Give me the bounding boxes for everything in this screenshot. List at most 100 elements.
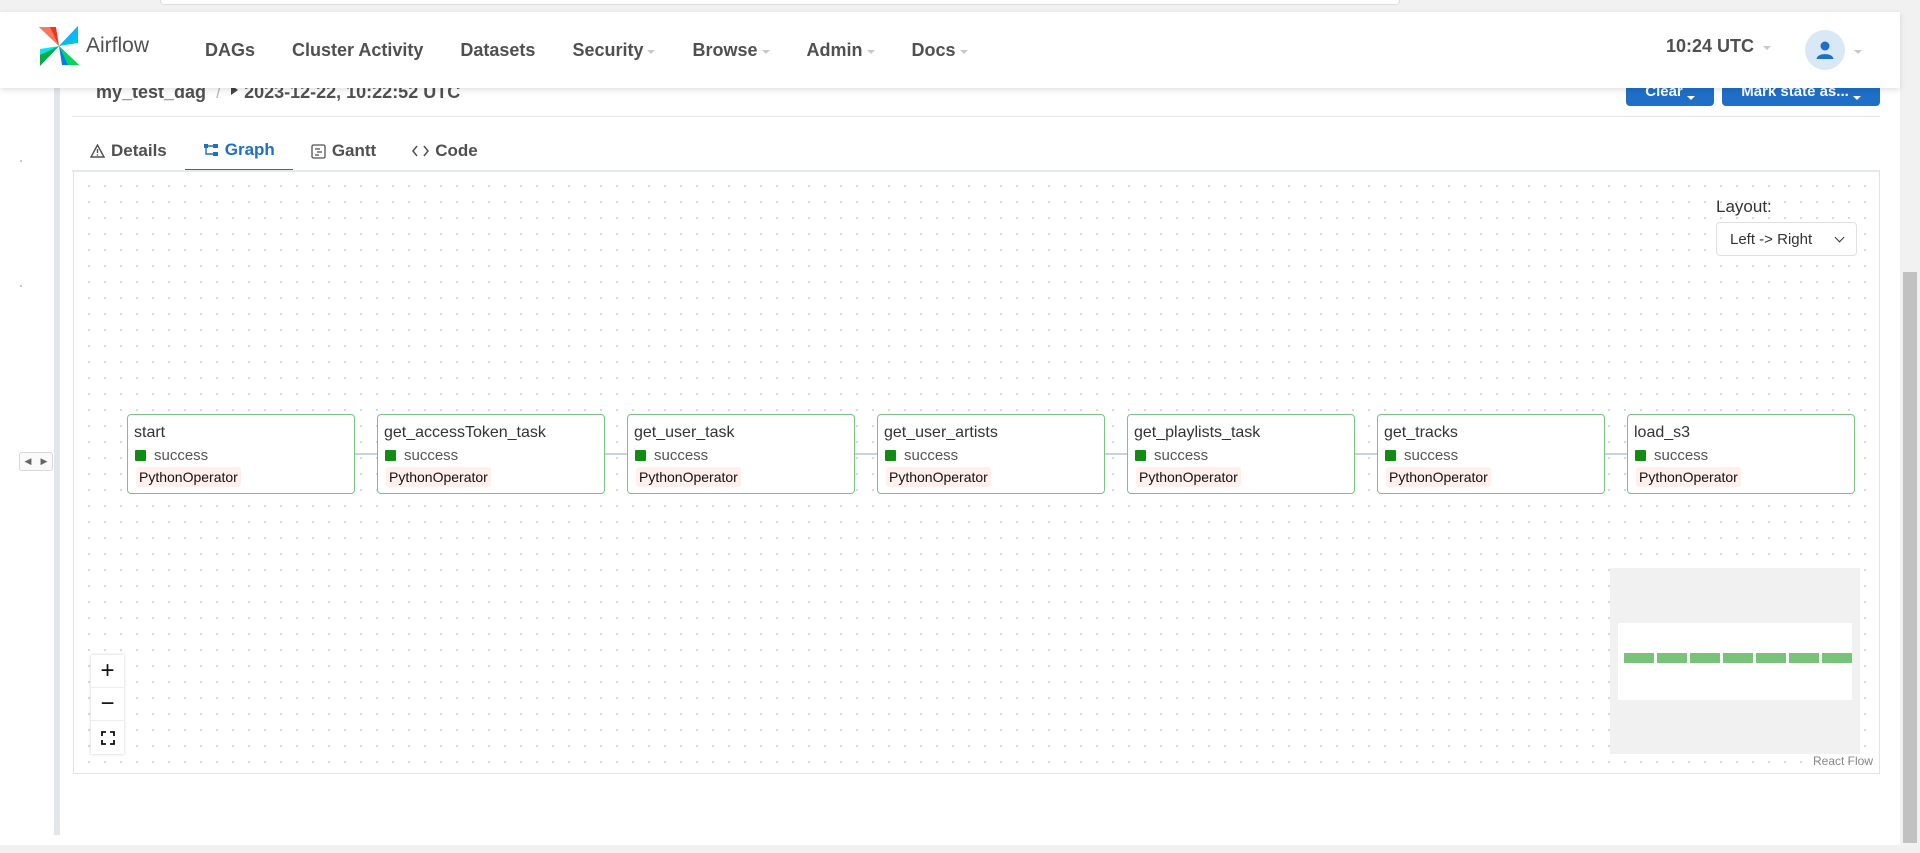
nav-docs[interactable]: Docs <box>912 40 968 61</box>
avatar <box>1805 30 1845 70</box>
warning-triangle-icon <box>90 144 105 158</box>
nav-security[interactable]: Security <box>572 39 656 61</box>
react-flow-attribution[interactable]: React Flow <box>1813 754 1873 768</box>
graph-edge <box>605 453 627 455</box>
tab-gantt-label: Gantt <box>331 141 377 160</box>
minimap-node <box>1690 653 1720 663</box>
sidebar-toggle[interactable]: ◀ ▶ <box>19 452 53 471</box>
graph-minimap[interactable] <box>1610 568 1860 754</box>
nav-browse[interactable]: Browse <box>692 39 770 61</box>
timezone-clock[interactable]: 10:24 UTC <box>1666 36 1772 57</box>
caret-down-icon <box>1686 96 1695 100</box>
nav-docs-label: Docs <box>911 39 956 60</box>
user-icon <box>1816 41 1834 59</box>
minimap-node <box>1789 653 1819 663</box>
tab-details[interactable]: Details <box>72 130 185 172</box>
fit-view-button[interactable] <box>91 721 124 754</box>
tab-details-label: Details <box>111 141 167 160</box>
tab-graph[interactable]: Graph <box>184 130 293 172</box>
nav-datasets[interactable]: Datasets <box>460 40 535 61</box>
success-status-icon <box>385 450 396 461</box>
code-icon <box>412 145 430 157</box>
task-name: get_user_task <box>634 424 735 441</box>
task-state: success <box>135 447 208 464</box>
graph-edge <box>1355 453 1377 455</box>
zoom-out-button[interactable]: − <box>91 688 124 721</box>
browser-address-field[interactable] <box>160 0 1400 5</box>
caret-down-icon <box>866 49 875 54</box>
fit-view-icon <box>100 730 115 745</box>
task-operator: PythonOperator <box>1386 467 1491 487</box>
task-name: get_tracks <box>1384 424 1458 441</box>
task-state: success <box>385 447 458 464</box>
nav-admin[interactable]: Admin <box>807 40 875 61</box>
layout-select-value: Left -> Right <box>1730 230 1813 248</box>
brand-logo[interactable]: Airflow <box>36 23 149 69</box>
task-node-get-user-artists[interactable]: get_user_artists success PythonOperator <box>877 414 1105 494</box>
task-node-get-tracks[interactable]: get_tracks success PythonOperator <box>1377 414 1605 494</box>
task-operator: PythonOperator <box>636 467 741 487</box>
nav-datasets-label: Datasets <box>460 39 536 60</box>
tab-code-label: Code <box>435 141 478 160</box>
nav-dags[interactable]: DAGs <box>205 40 255 61</box>
graph-edge <box>1605 453 1627 455</box>
chevron-down-icon <box>1834 232 1845 242</box>
task-operator: PythonOperator <box>386 467 491 487</box>
tab-code[interactable]: Code <box>394 130 496 172</box>
nav-cluster-activity-label: Cluster Activity <box>292 39 424 60</box>
minimap-node <box>1756 653 1786 663</box>
task-state-label: success <box>1654 447 1709 464</box>
bottom-strip <box>0 845 1900 853</box>
minimap-node <box>1723 653 1753 663</box>
tab-graph-label: Graph <box>224 139 275 159</box>
caret-down-icon <box>1852 96 1861 100</box>
scrollbar-thumb[interactable] <box>1903 272 1917 843</box>
task-operator: PythonOperator <box>1136 467 1241 487</box>
task-state-label: success <box>154 447 209 464</box>
task-operator: PythonOperator <box>1636 467 1741 487</box>
breadcrumb-divider <box>72 116 1880 117</box>
caret-down-icon <box>761 49 770 54</box>
gutter-dot <box>20 160 22 162</box>
user-menu[interactable] <box>1805 30 1862 70</box>
page-scrollbar[interactable] <box>1900 0 1920 853</box>
browser-top-strip <box>0 0 1920 12</box>
task-state-label: success <box>904 447 959 464</box>
sidebar-divider <box>54 88 60 835</box>
task-name: get_user_artists <box>884 424 998 441</box>
arrow-right-icon: ▶ <box>40 456 48 466</box>
caret-down-icon <box>1763 46 1772 50</box>
arrow-left-icon: ◀ <box>24 456 32 466</box>
task-state-label: success <box>654 447 709 464</box>
task-name: get_playlists_task <box>1134 424 1261 441</box>
nav-security-label: Security <box>572 39 644 60</box>
success-status-icon <box>1385 450 1396 461</box>
task-state-label: success <box>1404 447 1459 464</box>
graph-edge <box>355 453 377 455</box>
layout-select[interactable]: Left -> Right <box>1716 222 1857 256</box>
gantt-icon <box>311 143 326 159</box>
tab-bar: Details Graph Gantt Code <box>72 130 496 172</box>
caret-down-icon <box>959 49 968 54</box>
task-operator: PythonOperator <box>886 467 991 487</box>
task-node-get-playlists-task[interactable]: get_playlists_task success PythonOperato… <box>1127 414 1355 494</box>
task-node-get-user-task[interactable]: get_user_task success PythonOperator <box>627 414 855 494</box>
graph-edge <box>1105 453 1127 455</box>
clock-label: 10:24 UTC <box>1666 36 1755 56</box>
nav-browse-label: Browse <box>692 39 758 60</box>
graph-icon <box>203 143 218 156</box>
zoom-in-button[interactable]: + <box>91 655 124 688</box>
task-name: start <box>134 424 166 441</box>
task-operator: PythonOperator <box>136 467 241 487</box>
nav-admin-label: Admin <box>806 39 863 60</box>
caret-down-icon <box>647 49 656 54</box>
tab-gantt[interactable]: Gantt <box>293 130 394 172</box>
task-node-get-accesstoken-task[interactable]: get_accessToken_task success PythonOpera… <box>377 414 605 494</box>
task-node-start[interactable]: start success PythonOperator <box>127 414 355 494</box>
nav-cluster-activity[interactable]: Cluster Activity <box>292 40 423 61</box>
task-name: load_s3 <box>1634 424 1691 441</box>
layout-label: Layout: <box>1716 197 1772 216</box>
task-node-load-s3[interactable]: load_s3 success PythonOperator <box>1627 414 1855 494</box>
task-name: get_accessToken_task <box>384 424 546 441</box>
minimap-node <box>1822 653 1852 663</box>
